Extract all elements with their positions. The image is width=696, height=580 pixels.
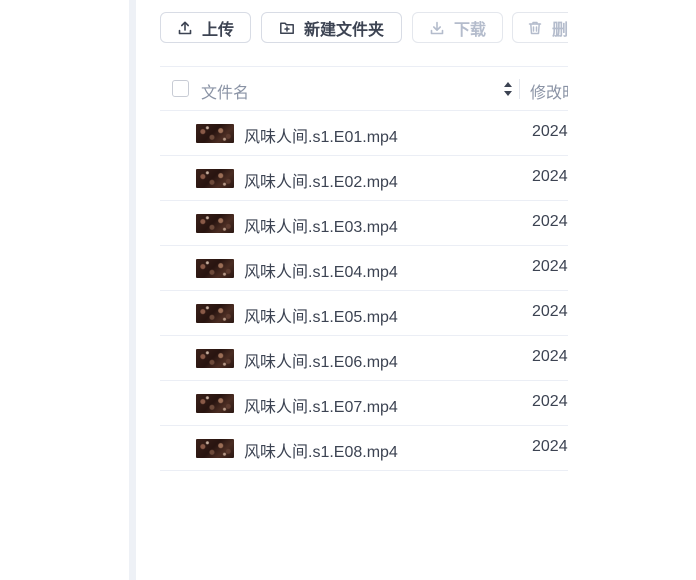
- video-thumbnail: [196, 124, 234, 143]
- toolbar: 上传 新建文件夹 下载 删: [160, 12, 568, 45]
- sort-icon[interactable]: [502, 80, 514, 98]
- table-row[interactable]: 风味人间.s1.E08.mp4 2024: [160, 426, 568, 471]
- table-row[interactable]: 风味人间.s1.E01.mp4 2024: [160, 111, 568, 156]
- table-header: 文件名 修改时: [160, 66, 568, 111]
- download-label: 下载: [453, 21, 486, 39]
- file-name[interactable]: 风味人间.s1.E01.mp4: [244, 123, 398, 147]
- modified-date: 2024: [532, 258, 568, 275]
- file-panel: 上传 新建文件夹 下载 删 文件名 修改 风味人间.s1.E01.mp4 202…: [136, 0, 568, 580]
- folder-plus-icon: [279, 20, 295, 36]
- video-thumbnail: [196, 214, 234, 233]
- file-name[interactable]: 风味人间.s1.E05.mp4: [244, 303, 398, 327]
- table-row[interactable]: 风味人间.s1.E05.mp4 2024: [160, 291, 568, 336]
- file-name[interactable]: 风味人间.s1.E03.mp4: [244, 213, 398, 237]
- modified-date: 2024: [532, 123, 568, 140]
- table-row[interactable]: 风味人间.s1.E03.mp4 2024: [160, 201, 568, 246]
- table-row[interactable]: 风味人间.s1.E07.mp4 2024: [160, 381, 568, 426]
- video-thumbnail: [196, 259, 234, 278]
- modified-date: 2024: [532, 168, 568, 185]
- modified-date: 2024: [532, 393, 568, 410]
- modified-date: 2024: [532, 438, 568, 455]
- video-thumbnail: [196, 439, 234, 458]
- video-thumbnail: [196, 304, 234, 323]
- trash-icon: [527, 20, 543, 36]
- table-row[interactable]: 风味人间.s1.E06.mp4 2024: [160, 336, 568, 381]
- upload-button[interactable]: 上传: [160, 12, 251, 43]
- file-name[interactable]: 风味人间.s1.E06.mp4: [244, 348, 398, 372]
- download-icon: [429, 20, 445, 36]
- upload-label: 上传: [201, 21, 234, 39]
- modified-date: 2024: [532, 303, 568, 320]
- modified-date: 2024: [532, 348, 568, 365]
- video-thumbnail: [196, 169, 234, 188]
- table-row[interactable]: 风味人间.s1.E04.mp4 2024: [160, 246, 568, 291]
- delete-label: 删: [552, 21, 568, 39]
- download-button[interactable]: 下载: [412, 12, 503, 43]
- file-name[interactable]: 风味人间.s1.E02.mp4: [244, 168, 398, 192]
- new-folder-button[interactable]: 新建文件夹: [261, 12, 402, 43]
- select-all-checkbox[interactable]: [172, 80, 189, 97]
- video-thumbnail: [196, 394, 234, 413]
- table-row[interactable]: 风味人间.s1.E02.mp4 2024: [160, 156, 568, 201]
- upload-icon: [177, 20, 193, 36]
- column-header-modified[interactable]: 修改时: [530, 79, 568, 103]
- sidebar-edge: [129, 0, 136, 580]
- video-thumbnail: [196, 349, 234, 368]
- file-table: 文件名 修改时 风味人间.s1.E01.mp4 2024 风味人间.s1.E02…: [160, 66, 568, 471]
- file-name[interactable]: 风味人间.s1.E07.mp4: [244, 393, 398, 417]
- file-name[interactable]: 风味人间.s1.E04.mp4: [244, 258, 398, 282]
- modified-date: 2024: [532, 213, 568, 230]
- new-folder-label: 新建文件夹: [303, 21, 384, 39]
- delete-button[interactable]: 删: [512, 12, 568, 43]
- column-divider[interactable]: [519, 79, 520, 99]
- column-header-filename[interactable]: 文件名: [201, 79, 249, 103]
- file-name[interactable]: 风味人间.s1.E08.mp4: [244, 438, 398, 462]
